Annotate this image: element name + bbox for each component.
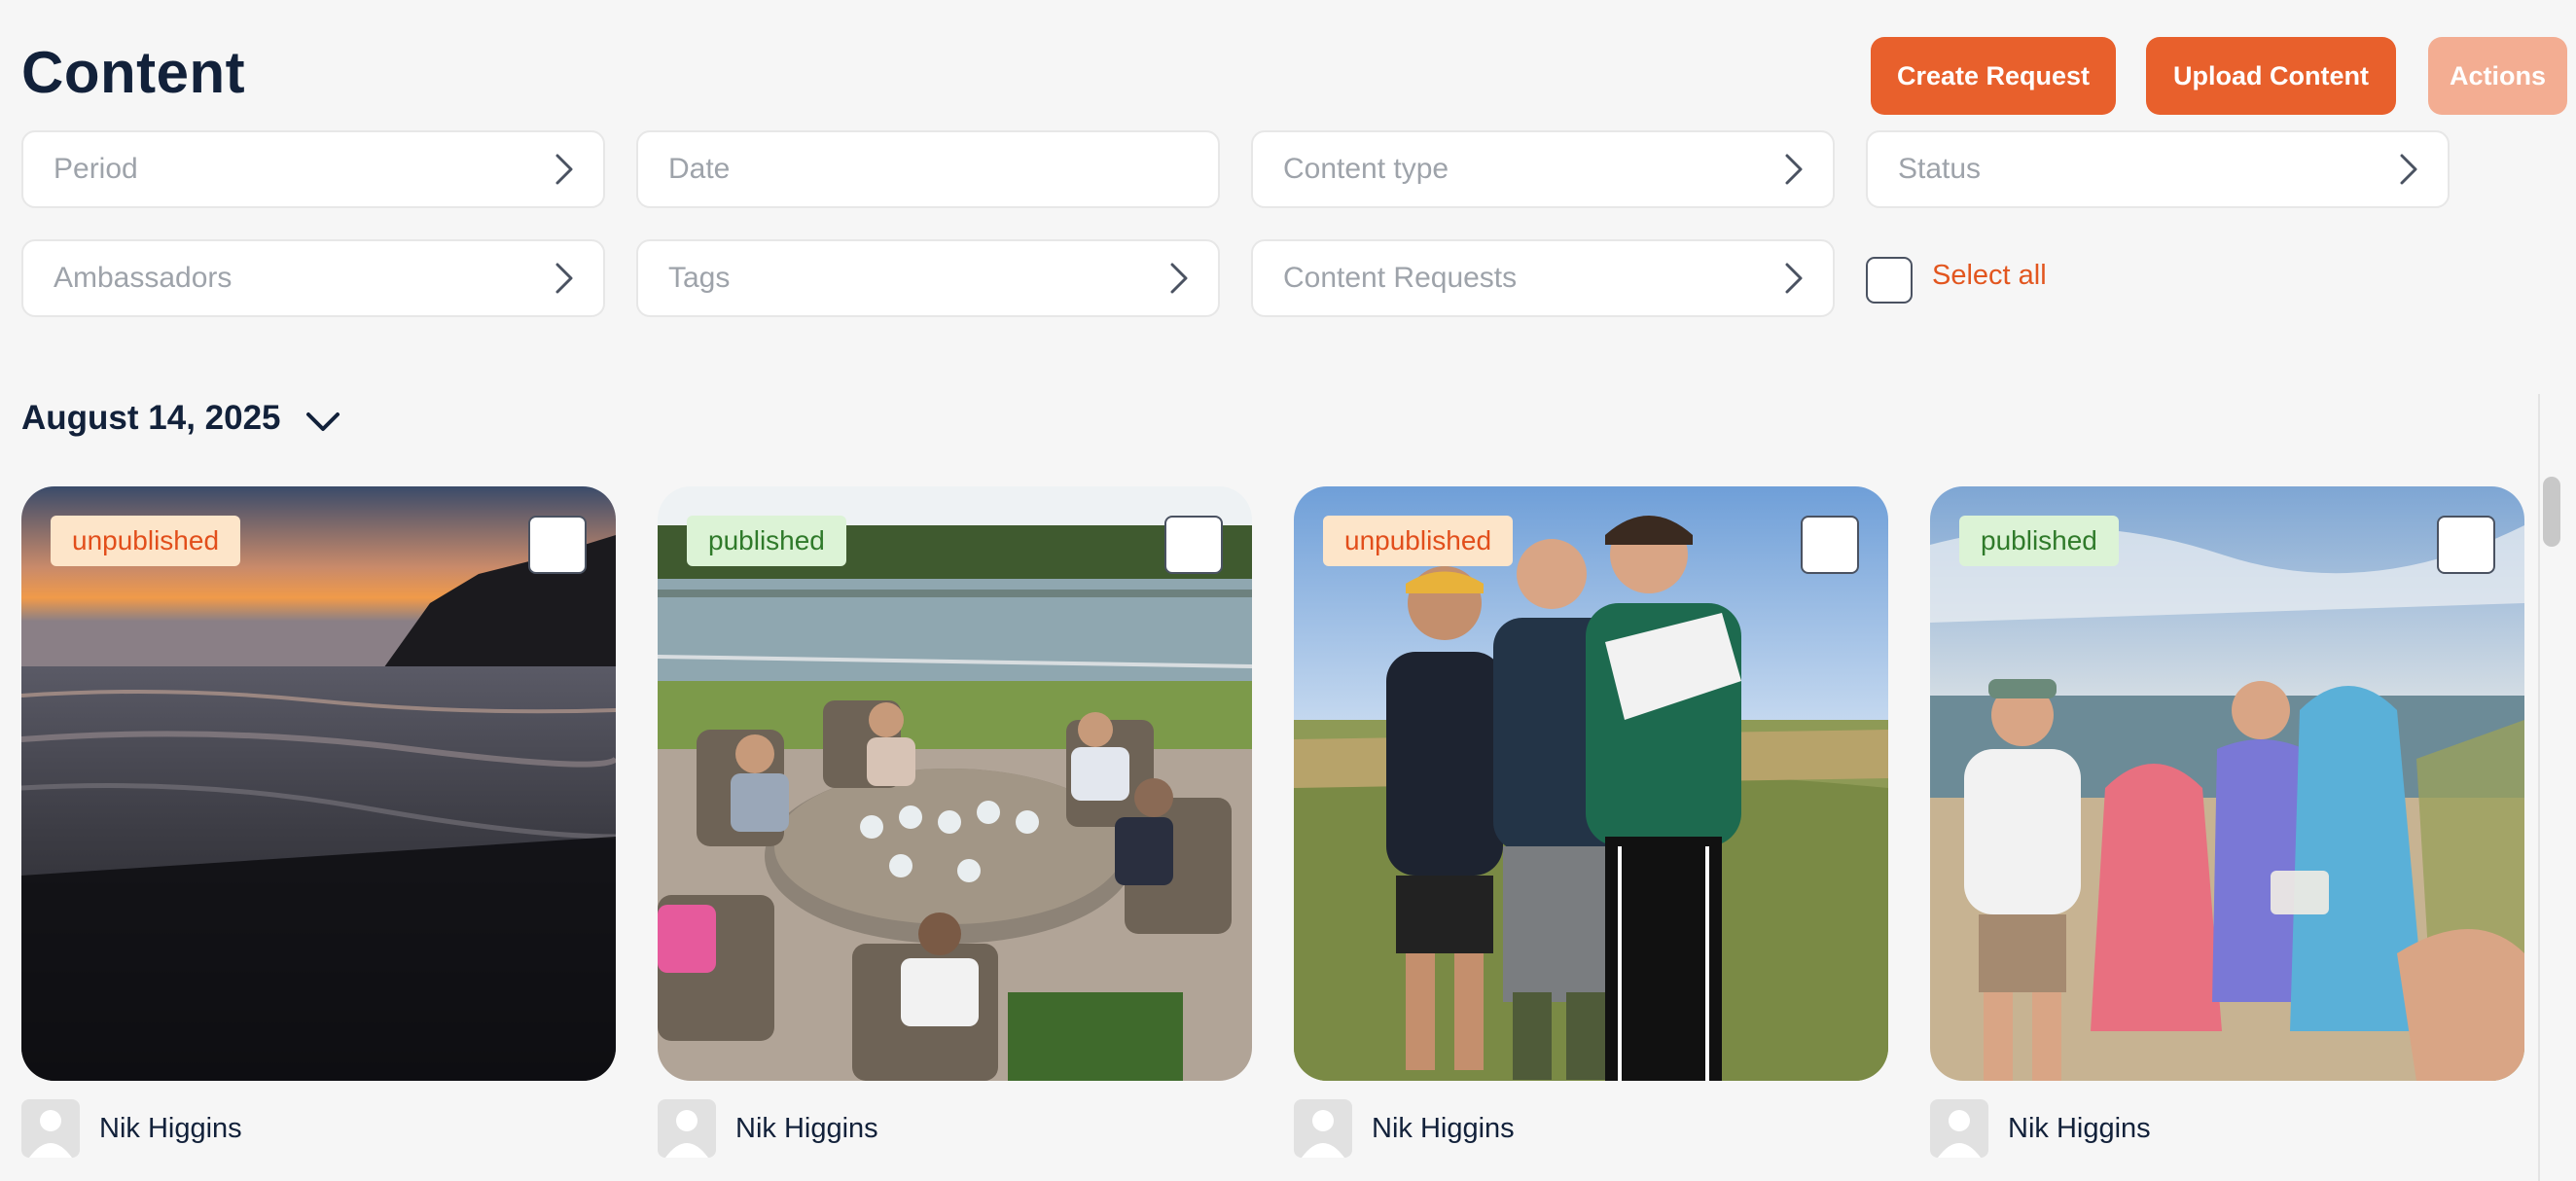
actions-button[interactable]: Actions (2428, 37, 2567, 115)
period-filter[interactable]: Period (21, 130, 605, 208)
avatar (1930, 1099, 1988, 1158)
terrace-dinner-photo (658, 486, 1252, 1081)
status-badge: published (687, 516, 846, 566)
content-card[interactable]: published (658, 486, 1252, 1081)
ambassadors-filter[interactable]: Ambassadors (21, 239, 605, 317)
select-all-checkbox[interactable] (1866, 257, 1913, 304)
chevron-right-icon (1785, 154, 1803, 185)
author-name: Nik Higgins (99, 1112, 242, 1144)
scrollbar-track[interactable] (2538, 394, 2540, 1181)
card-checkbox[interactable] (2437, 516, 2495, 574)
avatar (21, 1099, 80, 1158)
period-filter-label: Period (54, 153, 138, 185)
user-icon (665, 1110, 708, 1158)
card-checkbox[interactable] (1164, 516, 1223, 574)
status-filter[interactable]: Status (1866, 130, 2450, 208)
card-checkbox[interactable] (528, 516, 587, 574)
ambassadors-filter-label: Ambassadors (54, 262, 233, 294)
scrollbar-thumb[interactable] (2543, 477, 2560, 547)
chevron-right-icon (1170, 263, 1188, 294)
user-icon (1938, 1110, 1981, 1158)
content-type-filter-label: Content type (1283, 153, 1449, 185)
card-author[interactable]: Nik Higgins (21, 1099, 242, 1158)
avatar (658, 1099, 716, 1158)
content-requests-filter-label: Content Requests (1283, 262, 1518, 294)
content-type-filter[interactable]: Content type (1251, 130, 1835, 208)
chevron-right-icon (2400, 154, 2417, 185)
create-request-button[interactable]: Create Request (1871, 37, 2116, 115)
card-author[interactable]: Nik Higgins (1930, 1099, 2151, 1158)
status-badge: unpublished (1323, 516, 1514, 566)
sunset-beach-photo (21, 486, 616, 1081)
content-card[interactable]: unpublished (21, 486, 616, 1081)
date-filter[interactable]: Date (636, 130, 1220, 208)
author-name: Nik Higgins (1372, 1112, 1515, 1144)
card-author[interactable]: Nik Higgins (658, 1099, 878, 1158)
content-card[interactable]: published (1930, 486, 2524, 1081)
author-name: Nik Higgins (735, 1112, 878, 1144)
user-icon (29, 1110, 72, 1158)
content-requests-filter[interactable]: Content Requests (1251, 239, 1835, 317)
chevron-down-icon[interactable] (305, 407, 340, 436)
tags-filter[interactable]: Tags (636, 239, 1220, 317)
date-filter-label: Date (668, 153, 731, 185)
content-card[interactable]: unpublished (1294, 486, 1888, 1081)
avatar (1294, 1099, 1352, 1158)
tags-filter-label: Tags (668, 262, 731, 294)
chevron-right-icon (555, 154, 573, 185)
status-badge: published (1959, 516, 2119, 566)
chevron-right-icon (555, 263, 573, 294)
upload-content-button[interactable]: Upload Content (2146, 37, 2396, 115)
select-all-label[interactable]: Select all (1932, 260, 2047, 292)
status-badge: unpublished (51, 516, 241, 566)
beach-towels-photo (1930, 486, 2524, 1081)
chevron-right-icon (1785, 263, 1803, 294)
three-friends-photo (1294, 486, 1888, 1081)
author-name: Nik Higgins (2008, 1112, 2151, 1144)
card-checkbox[interactable] (1801, 516, 1859, 574)
status-filter-label: Status (1898, 153, 1982, 185)
page-title: Content (21, 40, 246, 105)
card-author[interactable]: Nik Higgins (1294, 1099, 1515, 1158)
user-icon (1302, 1110, 1344, 1158)
date-group-label[interactable]: August 14, 2025 (21, 399, 281, 438)
